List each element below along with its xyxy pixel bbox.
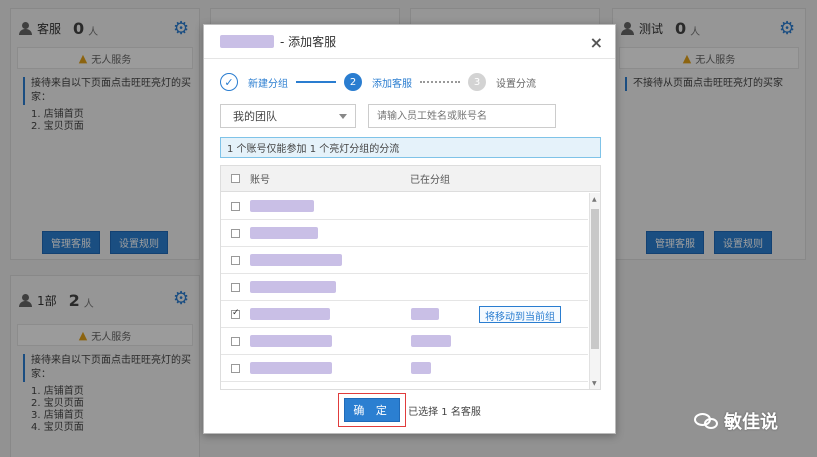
selected-count: 已选择 1 名客服 <box>408 406 481 418</box>
table-row[interactable] <box>221 328 588 355</box>
row-checkbox[interactable] <box>231 228 240 238</box>
add-agent-dialog: - 添加客服 × ✓ 新建分组 2 添加客服 3 设置分流 我的团队 1 个账号… <box>203 24 616 434</box>
row-checkbox[interactable] <box>231 336 240 346</box>
table-scrollbar[interactable]: ▲ ▼ <box>589 193 600 389</box>
redacted-account <box>250 254 342 266</box>
scroll-up-icon[interactable]: ▲ <box>592 196 597 203</box>
watermark: 敏佳说 <box>694 408 778 434</box>
row-checkbox[interactable] <box>231 255 240 265</box>
table-row[interactable] <box>221 247 588 274</box>
redacted-account <box>250 200 314 212</box>
redacted-account <box>250 335 332 347</box>
step-connector <box>296 81 336 83</box>
row-checkbox[interactable] <box>231 201 240 211</box>
agent-table: 账号 已在分组 将移动到当前 <box>220 165 601 390</box>
step-pending-icon: 3 <box>468 73 486 91</box>
column-group: 已在分组 <box>410 175 450 186</box>
watermark-text: 敏佳说 <box>724 412 778 433</box>
step-connector-dotted <box>420 81 460 83</box>
confirm-button[interactable]: 确 定 <box>344 398 401 422</box>
table-header: 账号 已在分组 <box>221 166 600 192</box>
table-body: 将移动到当前组 <box>221 193 588 382</box>
step-done-icon: ✓ <box>220 73 238 91</box>
table-row[interactable]: 将移动到当前组 <box>221 301 588 328</box>
redacted-account <box>250 362 332 374</box>
move-to-current-group-button[interactable]: 将移动到当前组 <box>479 306 561 323</box>
redacted-group <box>411 308 439 320</box>
table-row[interactable] <box>221 193 588 220</box>
step-current-icon: 2 <box>344 73 362 91</box>
scroll-down-icon[interactable]: ▼ <box>592 380 597 387</box>
select-all-checkbox[interactable] <box>231 174 240 183</box>
table-row[interactable] <box>221 274 588 301</box>
redacted-account <box>250 281 336 293</box>
redacted-account <box>250 308 330 320</box>
step-indicator: ✓ 新建分组 2 添加客服 3 设置分流 <box>220 73 536 91</box>
row-checkbox[interactable] <box>231 282 240 292</box>
redacted-account <box>250 227 318 239</box>
table-row[interactable] <box>221 220 588 247</box>
step-label-new-group: 新建分组 <box>248 78 288 90</box>
chevron-down-icon <box>339 113 347 119</box>
step-label-add-agent: 添加客服 <box>372 78 412 90</box>
step-label-set-split: 设置分流 <box>496 78 536 90</box>
redacted-group <box>411 362 431 374</box>
dialog-footer: 确 定 已选择 1 名客服 <box>204 390 615 430</box>
column-account: 账号 <box>250 175 270 186</box>
confirm-highlight: 确 定 <box>338 393 407 427</box>
wechat-icon <box>694 411 720 431</box>
redacted-group <box>411 335 451 347</box>
dialog-title: - 添加客服 <box>280 35 337 49</box>
row-checkbox[interactable] <box>231 363 240 373</box>
close-icon[interactable]: × <box>590 33 603 52</box>
scrollbar-thumb[interactable] <box>591 209 599 349</box>
row-checkbox-checked[interactable] <box>231 308 240 319</box>
dialog-header: - 添加客服 <box>204 25 615 59</box>
filter-bar: 我的团队 <box>220 104 556 128</box>
redacted-group-name <box>220 35 274 48</box>
table-row[interactable] <box>221 355 588 382</box>
search-input[interactable] <box>368 104 556 128</box>
team-select[interactable]: 我的团队 <box>220 104 356 128</box>
info-tip: 1 个账号仅能参加 1 个亮灯分组的分流 <box>220 137 601 158</box>
